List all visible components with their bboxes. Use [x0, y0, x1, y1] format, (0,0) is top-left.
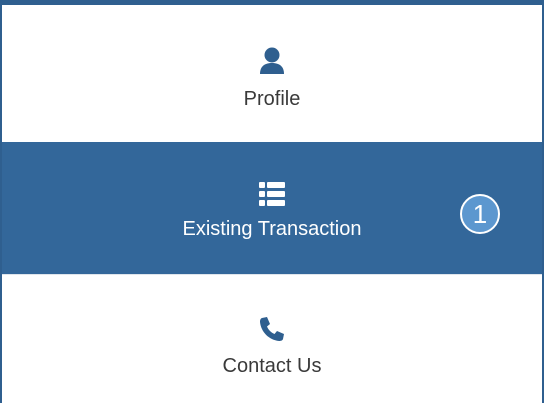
menu-item-label: Profile — [243, 88, 301, 110]
step-number-badge: 1 — [460, 194, 500, 234]
menu-item-existing-transaction[interactable]: Existing Transaction 1 — [2, 142, 542, 274]
phone-icon — [259, 316, 285, 342]
menu-item-label: Contact Us — [222, 355, 322, 377]
menu-item-contact-us[interactable]: Contact Us — [2, 274, 542, 403]
user-icon — [259, 47, 285, 75]
menu-item-label: Existing Transaction — [182, 218, 362, 240]
list-icon — [259, 182, 285, 206]
side-menu: Profile Existing Transaction 1 Contact U… — [0, 0, 544, 403]
menu-item-profile[interactable]: Profile — [2, 5, 542, 142]
